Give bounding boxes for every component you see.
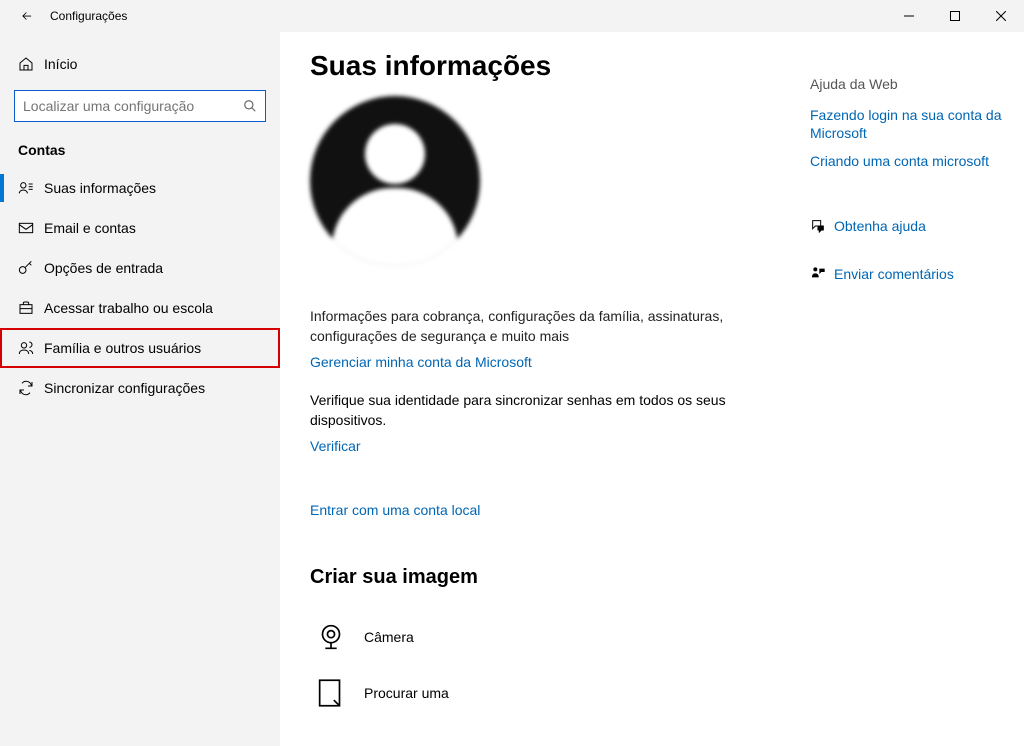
- camera-option[interactable]: Câmera: [310, 609, 790, 665]
- sidebar-item-sync[interactable]: Sincronizar configurações: [0, 368, 280, 408]
- get-help-row[interactable]: Obtenha ajuda: [810, 218, 1024, 234]
- camera-icon: [310, 616, 352, 658]
- search-box[interactable]: [14, 90, 266, 122]
- help-column: Ajuda da Web Fazendo login na sua conta …: [810, 76, 1024, 292]
- help-heading: Ajuda da Web: [810, 76, 1024, 92]
- sync-icon: [18, 380, 44, 396]
- folder-icon: [310, 672, 352, 714]
- mail-icon: [18, 220, 44, 236]
- verify-link[interactable]: Verificar: [310, 438, 361, 454]
- page-title: Suas informações: [310, 50, 790, 82]
- home-icon: [18, 56, 44, 72]
- home-button[interactable]: Início: [0, 44, 280, 84]
- create-image-title: Criar sua imagem: [310, 566, 790, 589]
- window-title: Configurações: [50, 9, 127, 23]
- maximize-button[interactable]: [932, 0, 978, 32]
- sidebar-item-label: Opções de entrada: [44, 260, 163, 276]
- briefcase-icon: [18, 300, 44, 316]
- window-controls: [886, 0, 1024, 32]
- people-icon: [18, 340, 44, 356]
- home-label: Início: [44, 56, 77, 72]
- close-button[interactable]: [978, 0, 1024, 32]
- sidebar-item-label: Email e contas: [44, 220, 136, 236]
- help-link-signin[interactable]: Fazendo login na sua conta da Microsoft: [810, 106, 1024, 142]
- help-link-create[interactable]: Criando uma conta microsoft: [810, 152, 1024, 170]
- search-input[interactable]: [23, 98, 243, 114]
- verify-paragraph: Verifique sua identidade para sincroniza…: [310, 390, 790, 430]
- sidebar-item-label: Suas informações: [44, 180, 156, 196]
- sidebar-item-signin-options[interactable]: Opções de entrada: [0, 248, 280, 288]
- feedback-row[interactable]: Enviar comentários: [810, 266, 1024, 282]
- content-area: Suas informações Informações para cobran…: [280, 32, 1024, 746]
- main-column: Suas informações Informações para cobran…: [310, 50, 790, 746]
- get-help-label: Obtenha ajuda: [834, 218, 926, 234]
- search-wrap: [0, 84, 280, 136]
- feedback-icon: [810, 266, 834, 282]
- sidebar-item-your-info[interactable]: Suas informações: [0, 168, 280, 208]
- sidebar-item-label: Acessar trabalho ou escola: [44, 300, 213, 316]
- sidebar-item-work-school[interactable]: Acessar trabalho ou escola: [0, 288, 280, 328]
- search-icon: [243, 99, 257, 113]
- back-button[interactable]: [12, 9, 42, 23]
- sidebar-group-title: Contas: [0, 136, 280, 168]
- local-account-link[interactable]: Entrar com uma conta local: [310, 502, 480, 518]
- manage-account-link[interactable]: Gerenciar minha conta da Microsoft: [310, 354, 532, 370]
- minimize-button[interactable]: [886, 0, 932, 32]
- camera-label: Câmera: [364, 629, 414, 645]
- user-avatar: [310, 96, 480, 266]
- browse-label: Procurar uma: [364, 685, 449, 701]
- sidebar: Início Contas Suas informações Email e c…: [0, 32, 280, 746]
- browse-option[interactable]: Procurar uma: [310, 665, 790, 721]
- sidebar-item-label: Família e outros usuários: [44, 340, 201, 356]
- chat-icon: [810, 218, 834, 234]
- main-body: Início Contas Suas informações Email e c…: [0, 32, 1024, 746]
- sidebar-item-email[interactable]: Email e contas: [0, 208, 280, 248]
- verify-block: Verifique sua identidade para sincroniza…: [310, 390, 790, 454]
- info-paragraph: Informações para cobrança, configurações…: [310, 306, 790, 346]
- titlebar: Configurações: [0, 0, 1024, 32]
- sidebar-item-family[interactable]: Família e outros usuários: [0, 328, 280, 368]
- feedback-label: Enviar comentários: [834, 266, 954, 282]
- person-card-icon: [18, 180, 44, 196]
- sidebar-item-label: Sincronizar configurações: [44, 380, 205, 396]
- key-icon: [18, 260, 44, 276]
